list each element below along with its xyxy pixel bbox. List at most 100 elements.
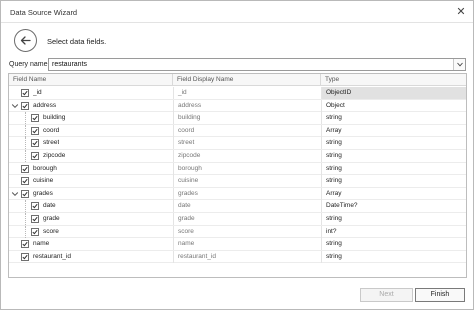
field-type-cell[interactable]: string bbox=[321, 150, 466, 162]
field-type-cell[interactable]: DateTime? bbox=[321, 200, 466, 213]
close-icon[interactable]: ✕ bbox=[454, 5, 468, 19]
field-type-cell[interactable]: Array bbox=[321, 187, 466, 200]
field-type-cell[interactable]: string bbox=[321, 112, 466, 125]
field-name-cell: restaurant_id bbox=[33, 252, 71, 260]
field-display-name-cell[interactable]: _id bbox=[173, 87, 321, 99]
field-type-cell[interactable]: int? bbox=[321, 225, 466, 238]
check-icon bbox=[22, 90, 28, 96]
finish-button[interactable]: Finish bbox=[415, 288, 465, 302]
column-header-display-name[interactable]: Field Display Name bbox=[173, 74, 321, 86]
table-row[interactable]: address address Object bbox=[9, 99, 466, 113]
column-header-type[interactable]: Type bbox=[321, 74, 466, 86]
query-name-label: Query name: bbox=[9, 61, 50, 68]
check-icon bbox=[32, 229, 38, 234]
field-checkbox[interactable] bbox=[31, 227, 39, 236]
chevron-down-icon bbox=[11, 103, 19, 108]
field-type-cell[interactable]: Object bbox=[321, 99, 466, 112]
table-row[interactable]: _id _id ObjectID bbox=[9, 87, 466, 100]
field-display-name-cell[interactable]: address bbox=[173, 99, 321, 112]
tree-connector bbox=[25, 200, 26, 213]
table-row[interactable]: coord coord Array bbox=[9, 124, 466, 138]
field-display-name-cell[interactable]: zipcode bbox=[173, 150, 321, 162]
title-bar: Data Source Wizard ✕ bbox=[1, 1, 473, 23]
field-checkbox[interactable] bbox=[21, 164, 29, 173]
check-icon bbox=[22, 103, 28, 108]
field-checkbox[interactable] bbox=[31, 139, 39, 148]
table-row[interactable]: restaurant_id restaurant_id string bbox=[9, 250, 466, 264]
field-type-cell[interactable]: string bbox=[321, 238, 466, 251]
table-row[interactable]: name name string bbox=[9, 238, 466, 251]
field-name-cell: date bbox=[43, 202, 56, 210]
field-name-cell: address bbox=[33, 101, 57, 109]
field-name-cell: name bbox=[33, 240, 50, 248]
check-icon bbox=[22, 166, 28, 171]
field-display-name-cell[interactable]: street bbox=[173, 137, 321, 150]
field-name-cell: coord bbox=[43, 126, 60, 134]
field-type-cell[interactable]: string bbox=[321, 137, 466, 150]
field-type-cell[interactable]: ObjectID bbox=[321, 87, 466, 99]
field-display-name-cell[interactable]: restaurant_id bbox=[173, 250, 321, 263]
footer: Next Finish bbox=[1, 285, 473, 309]
check-icon bbox=[32, 153, 38, 159]
field-type-cell[interactable]: Array bbox=[321, 124, 466, 137]
table-row[interactable]: grade grade string bbox=[9, 213, 466, 226]
table-row[interactable]: cuisine cuisine string bbox=[9, 175, 466, 188]
field-checkbox[interactable] bbox=[31, 126, 39, 135]
tree-connector bbox=[25, 225, 26, 238]
query-dropdown-button[interactable] bbox=[453, 59, 465, 70]
field-display-name-cell[interactable]: building bbox=[173, 112, 321, 125]
next-button[interactable]: Next bbox=[360, 288, 413, 302]
field-checkbox[interactable] bbox=[21, 252, 29, 261]
field-checkbox[interactable] bbox=[31, 202, 39, 211]
field-checkbox[interactable] bbox=[31, 215, 39, 223]
tree-connector bbox=[25, 213, 26, 225]
column-header-field-name[interactable]: Field Name bbox=[9, 74, 173, 86]
table-row[interactable]: grades grades Array bbox=[9, 187, 466, 201]
chevron-down-icon bbox=[457, 62, 463, 67]
table-row[interactable]: building building string bbox=[9, 112, 466, 125]
field-name-cell: score bbox=[43, 227, 59, 235]
field-checkbox[interactable] bbox=[31, 114, 39, 123]
field-type-cell[interactable]: string bbox=[321, 175, 466, 188]
field-type-cell[interactable]: string bbox=[321, 213, 466, 225]
check-icon bbox=[32, 116, 38, 121]
field-display-name-cell[interactable]: borough bbox=[173, 162, 321, 175]
chevron-down-icon bbox=[11, 191, 19, 196]
field-display-name-cell[interactable]: grades bbox=[173, 187, 321, 200]
field-display-name-cell[interactable]: date bbox=[173, 200, 321, 213]
field-name-cell: grades bbox=[33, 189, 53, 197]
field-checkbox[interactable] bbox=[21, 101, 29, 110]
field-type-cell[interactable]: string bbox=[321, 162, 466, 175]
window-title: Data Source Wizard bbox=[10, 8, 78, 17]
field-name-cell: cuisine bbox=[33, 177, 54, 185]
fields-grid[interactable]: Field Name Field Display Name Type _id _i… bbox=[8, 73, 467, 278]
table-row[interactable]: street street string bbox=[9, 137, 466, 150]
tree-connector bbox=[25, 150, 26, 162]
expand-toggle[interactable] bbox=[11, 190, 19, 198]
field-display-name-cell[interactable]: cuisine bbox=[173, 175, 321, 188]
query-name-value[interactable]: restaurants bbox=[52, 61, 87, 68]
field-checkbox[interactable] bbox=[21, 177, 29, 186]
table-row[interactable]: date date DateTime? bbox=[9, 200, 466, 213]
table-row[interactable]: zipcode zipcode string bbox=[9, 150, 466, 163]
field-name-cell: borough bbox=[33, 164, 57, 172]
field-type-cell[interactable]: string bbox=[321, 250, 466, 263]
field-checkbox[interactable] bbox=[21, 189, 29, 198]
table-row[interactable]: borough borough string bbox=[9, 162, 466, 176]
table-row[interactable]: score score int? bbox=[9, 225, 466, 239]
expand-toggle[interactable] bbox=[11, 102, 19, 110]
field-checkbox[interactable] bbox=[31, 152, 39, 160]
query-name-combobox[interactable]: restaurants bbox=[48, 58, 466, 71]
page-heading: Select data fields. bbox=[47, 37, 107, 46]
check-icon bbox=[32, 204, 38, 209]
check-icon bbox=[32, 128, 38, 134]
field-checkbox[interactable] bbox=[21, 240, 29, 249]
field-checkbox[interactable] bbox=[21, 89, 29, 97]
field-display-name-cell[interactable]: name bbox=[173, 238, 321, 251]
back-button[interactable] bbox=[14, 29, 37, 52]
field-display-name-cell[interactable]: grade bbox=[173, 213, 321, 225]
grid-header: Field Name Field Display Name Type bbox=[9, 74, 466, 86]
field-display-name-cell[interactable]: score bbox=[173, 225, 321, 238]
field-display-name-cell[interactable]: coord bbox=[173, 124, 321, 137]
check-icon bbox=[32, 216, 38, 222]
